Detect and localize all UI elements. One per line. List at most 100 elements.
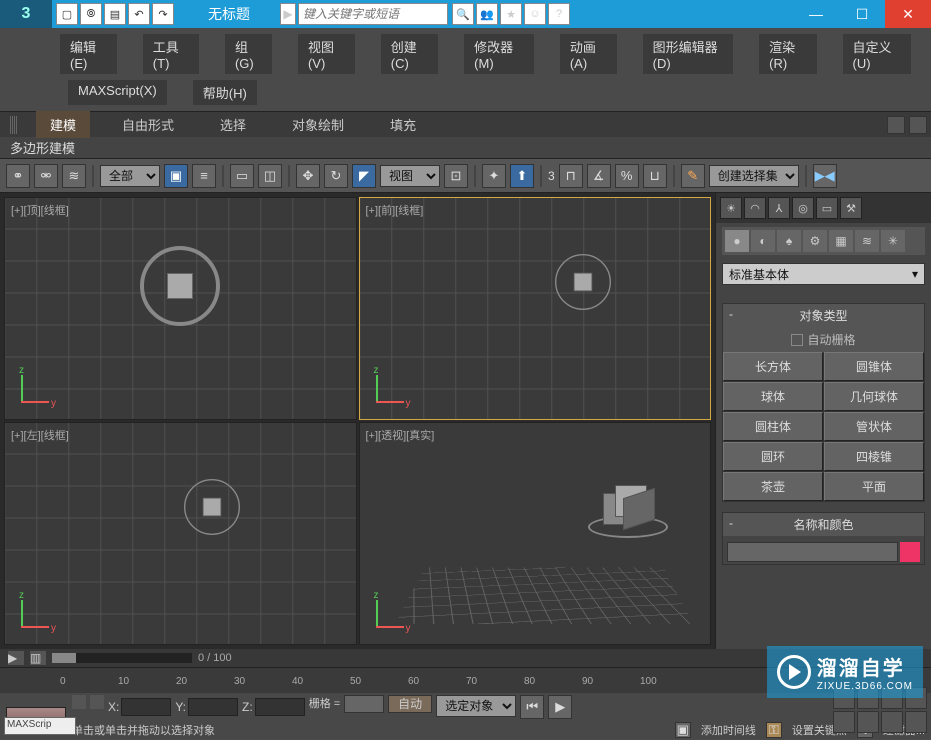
systems-tab-icon[interactable]: ✳ — [881, 230, 905, 252]
snap-icon[interactable]: ⊓ — [559, 164, 583, 188]
menu-item[interactable]: 工具(T) — [143, 34, 199, 74]
modify-tab-icon[interactable]: ◐ — [751, 230, 775, 252]
link-icon[interactable]: ⚭ — [6, 164, 30, 188]
ribbon-tab[interactable]: 填充 — [376, 111, 430, 138]
viewport-left[interactable]: [+][左][线框] zy — [4, 422, 357, 645]
maxmin-icon[interactable] — [905, 711, 927, 733]
qat-undo-icon[interactable]: ↶ — [128, 3, 150, 25]
minimize-button[interactable]: — — [793, 0, 839, 28]
addtime-icon[interactable]: ▣ — [675, 722, 691, 738]
primitive-button[interactable]: 圆环 — [723, 442, 823, 471]
menu-item[interactable]: 帮助(H) — [193, 80, 257, 105]
rect-select-icon[interactable]: ▭ — [230, 164, 254, 188]
object-color-swatch[interactable] — [900, 542, 920, 562]
display-tab-icon[interactable]: ▦ — [829, 230, 853, 252]
mirror-icon[interactable]: ▶◀ — [813, 164, 837, 188]
signin-icon[interactable]: ☺ — [524, 3, 546, 25]
key-icon[interactable]: ⚿ — [766, 722, 782, 738]
app-logo[interactable]: 3 — [0, 0, 52, 28]
menu-item[interactable]: 动画(A) — [560, 34, 617, 74]
viewport-top[interactable]: [+][顶][线框] zy — [4, 197, 357, 420]
qat-redo-icon[interactable]: ↷ — [152, 3, 174, 25]
spinner-snap-icon[interactable]: ⊔ — [643, 164, 667, 188]
primitive-button[interactable]: 平面 — [824, 472, 924, 501]
edit-named-icon[interactable]: ✎ — [681, 164, 705, 188]
ribbon-dropdown-icon[interactable] — [887, 116, 905, 134]
menu-item[interactable]: 图形编辑器(D) — [643, 34, 734, 74]
community-icon[interactable]: 👥 — [476, 3, 498, 25]
hierarchy-tab-icon[interactable]: ♠ — [777, 230, 801, 252]
auto-grid-checkbox[interactable]: 自动栅格 — [723, 327, 924, 352]
qat-open-icon[interactable]: ⦾ — [80, 3, 102, 25]
primitive-button[interactable]: 长方体 — [723, 352, 823, 381]
ribbon-tab[interactable]: 选择 — [206, 111, 260, 138]
rotate-icon[interactable]: ↻ — [324, 164, 348, 188]
play-icon[interactable]: ▶ — [548, 695, 572, 719]
search-play-icon[interactable]: ▶ — [280, 3, 296, 25]
iso-icon[interactable] — [90, 695, 104, 709]
window-crossing-icon[interactable]: ◫ — [258, 164, 282, 188]
ribbon-tab[interactable]: 自由形式 — [108, 111, 188, 138]
primitive-button[interactable]: 几何球体 — [824, 382, 924, 411]
play-prev-icon[interactable]: ⏮ — [520, 695, 544, 719]
key-target-dropdown[interactable]: 选定对象 — [436, 695, 516, 717]
viewport-perspective[interactable]: [+][透视][真实] zy — [359, 422, 712, 645]
monitor-icon[interactable]: ▭ — [816, 197, 838, 219]
ref-coord-dropdown[interactable]: 视图 — [380, 165, 440, 187]
unlink-icon[interactable]: ⚮ — [34, 164, 58, 188]
z-coord-input[interactable] — [255, 698, 305, 716]
bind-icon[interactable]: ≋ — [62, 164, 86, 188]
circles-icon[interactable]: ◎ — [792, 197, 814, 219]
menu-item[interactable]: MAXScript(X) — [68, 80, 167, 105]
help-icon[interactable]: ? — [548, 3, 570, 25]
percent-snap-icon[interactable]: % — [615, 164, 639, 188]
primitive-button[interactable]: 球体 — [723, 382, 823, 411]
ribbon-minimize-icon[interactable] — [909, 116, 927, 134]
primitive-button[interactable]: 圆锥体 — [824, 352, 924, 381]
primitive-button[interactable]: 茶壶 — [723, 472, 823, 501]
orbit-icon[interactable] — [881, 711, 903, 733]
named-sets-dropdown[interactable]: 创建选择集 — [709, 165, 799, 187]
menu-item[interactable]: 创建(C) — [381, 34, 438, 74]
primitive-button[interactable]: 管状体 — [824, 412, 924, 441]
qat-new-icon[interactable]: ▢ — [56, 3, 78, 25]
menu-item[interactable]: 渲染(R) — [759, 34, 816, 74]
select-name-icon[interactable]: ≡ — [192, 164, 216, 188]
y-coord-input[interactable] — [188, 698, 238, 716]
arc-icon[interactable]: ◠ — [744, 197, 766, 219]
object-type-rollout-header[interactable]: -对象类型 — [723, 304, 924, 327]
select-object-icon[interactable]: ▣ — [164, 164, 188, 188]
track-view-icon[interactable]: ▥ — [30, 651, 46, 665]
x-coord-input[interactable] — [121, 698, 171, 716]
menu-item[interactable]: 编辑(E) — [60, 34, 117, 74]
auto-key-button[interactable]: 自动 — [388, 695, 432, 713]
binoculars-icon[interactable]: 🔍 — [452, 3, 474, 25]
motion-tab-icon[interactable]: ⚙ — [803, 230, 827, 252]
search-input[interactable] — [298, 3, 448, 25]
viewport-front[interactable]: [+][前][线框] zy — [359, 197, 712, 420]
scale-icon[interactable]: ◤ — [352, 164, 376, 188]
menu-item[interactable]: 组(G) — [225, 34, 272, 74]
ribbon-tab[interactable]: 建模 — [36, 111, 90, 138]
maximize-button[interactable]: ☐ — [839, 0, 885, 28]
create-tab-icon[interactable]: ● — [725, 230, 749, 252]
selection-filter-dropdown[interactable]: 全部 — [100, 165, 160, 187]
close-button[interactable]: ✕ — [885, 0, 931, 28]
angle-snap-icon[interactable]: ∡ — [587, 164, 611, 188]
maxscript-mini-listener[interactable]: MAXScrip — [4, 717, 76, 735]
move-icon[interactable]: ✥ — [296, 164, 320, 188]
object-name-input[interactable] — [727, 542, 898, 562]
name-color-rollout-header[interactable]: -名称和颜色 — [723, 513, 924, 536]
track-expand-icon[interactable]: ▶ — [8, 651, 24, 665]
primitive-category-dropdown[interactable]: 标准基本体▾ — [722, 263, 925, 285]
utilities-tab-icon[interactable]: ≋ — [855, 230, 879, 252]
manip-icon[interactable]: ✦ — [482, 164, 506, 188]
lock-icon[interactable] — [72, 695, 86, 709]
qat-save-icon[interactable]: ▤ — [104, 3, 126, 25]
fov-icon[interactable] — [833, 711, 855, 733]
menu-item[interactable]: 修改器(M) — [464, 34, 534, 74]
gripper-icon[interactable] — [10, 116, 18, 134]
primitive-button[interactable]: 四棱锥 — [824, 442, 924, 471]
menu-item[interactable]: 自定义(U) — [843, 34, 911, 74]
timeline-scrollbar[interactable] — [52, 653, 192, 663]
